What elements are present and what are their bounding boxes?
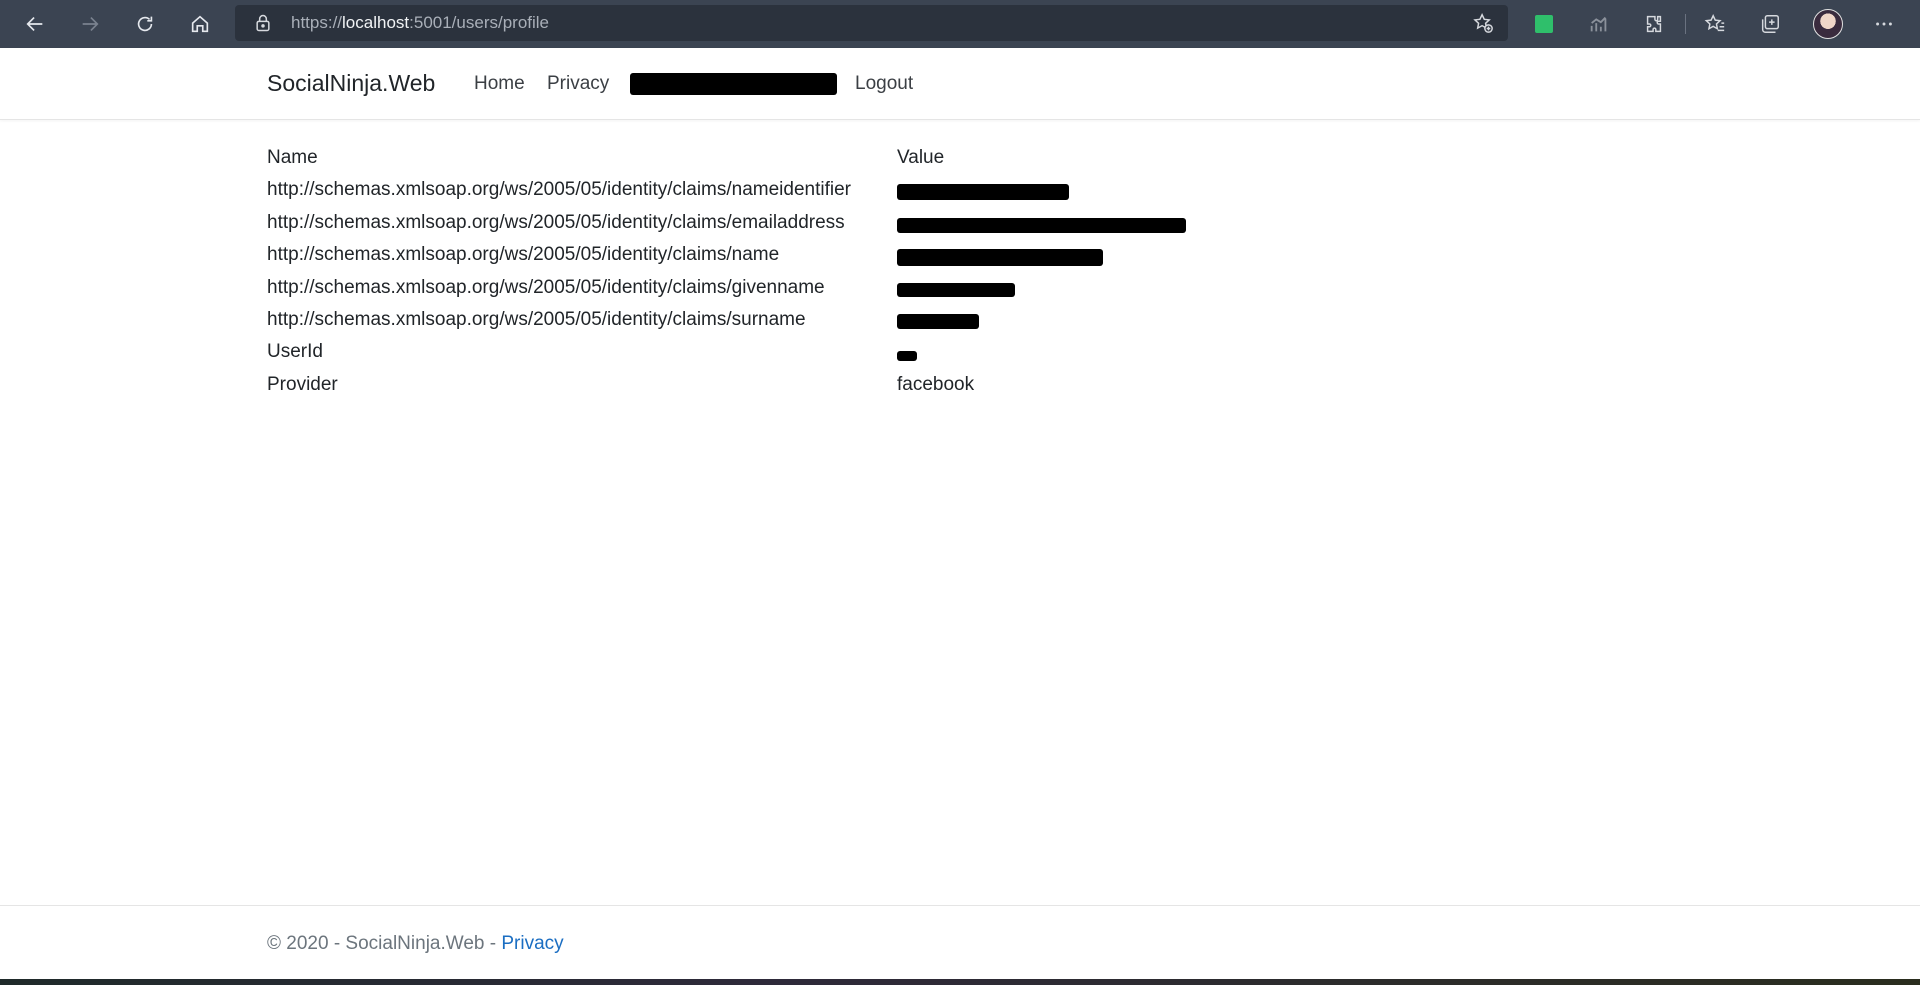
redacted-value — [897, 184, 1069, 201]
url-prefix: https:// — [291, 13, 343, 32]
browser-toolbar: https://localhost:5001/users/profile — [0, 0, 1920, 48]
url-text[interactable]: https://localhost:5001/users/profile — [291, 13, 549, 33]
favorites-icon — [1704, 14, 1725, 32]
site-footer: © 2020 - SocialNinja.Web - Privacy — [0, 905, 1920, 980]
claim-name: http://schemas.xmlsoap.org/ws/2005/05/id… — [267, 308, 806, 330]
performance-icon — [1590, 16, 1607, 32]
nav-logout-link[interactable]: Logout — [855, 73, 913, 95]
extension-green-icon — [1535, 15, 1553, 33]
url-path: :5001/users/profile — [409, 13, 550, 32]
redacted-username[interactable] — [630, 73, 837, 95]
extensions-icon — [1646, 15, 1662, 33]
footer-privacy-link[interactable]: Privacy — [501, 933, 563, 954]
claim-name: http://schemas.xmlsoap.org/ws/2005/05/id… — [267, 276, 825, 298]
claim-name: http://schemas.xmlsoap.org/ws/2005/05/id… — [267, 211, 845, 233]
address-bar[interactable]: https://localhost:5001/users/profile — [235, 5, 1508, 41]
more-button[interactable] — [1872, 12, 1896, 36]
home-button[interactable] — [178, 6, 222, 42]
redacted-value — [897, 282, 1015, 297]
collections-button[interactable] — [1758, 12, 1782, 36]
brand-link[interactable]: SocialNinja.Web — [267, 70, 435, 97]
forward-button[interactable] — [68, 6, 112, 42]
redacted-value — [897, 313, 979, 329]
favorites-button[interactable] — [1703, 12, 1727, 36]
performance-button[interactable] — [1587, 12, 1611, 36]
header-value: Value — [897, 147, 945, 168]
profile-avatar[interactable] — [1813, 9, 1843, 39]
nav-home-link[interactable]: Home — [474, 73, 525, 95]
extension-green-button[interactable] — [1532, 12, 1556, 36]
home-icon — [191, 15, 209, 33]
taskbar-strip — [0, 979, 1920, 985]
toolbar-separator — [1685, 14, 1686, 34]
refresh-icon — [137, 16, 153, 32]
extensions-button[interactable] — [1642, 12, 1666, 36]
redacted-value — [897, 249, 1103, 267]
footer-copyright: © 2020 - SocialNinja.Web - — [267, 933, 502, 954]
nav-privacy-link[interactable]: Privacy — [547, 73, 609, 95]
claim-name: http://schemas.xmlsoap.org/ws/2005/05/id… — [267, 179, 851, 201]
url-host: localhost — [342, 13, 410, 32]
forward-icon — [82, 16, 99, 32]
add-favorite-icon[interactable] — [1472, 12, 1494, 34]
claim-value: facebook — [897, 373, 975, 395]
redacted-value — [897, 351, 917, 362]
lock-icon[interactable] — [253, 13, 273, 33]
claim-name: http://schemas.xmlsoap.org/ws/2005/05/id… — [267, 244, 780, 266]
refresh-button[interactable] — [123, 6, 167, 42]
footer-text: © 2020 - SocialNinja.Web - Privacy — [267, 933, 564, 955]
collections-icon — [1761, 15, 1779, 33]
redacted-value — [897, 217, 1186, 233]
claim-name: Provider — [267, 373, 338, 395]
header-name: Name — [267, 147, 318, 168]
back-button[interactable] — [13, 6, 57, 42]
claim-name: UserId — [267, 341, 323, 363]
back-icon — [26, 16, 43, 32]
site-navbar: SocialNinja.Web Home Privacy Logout — [0, 48, 1920, 120]
more-icon — [1876, 22, 1892, 26]
